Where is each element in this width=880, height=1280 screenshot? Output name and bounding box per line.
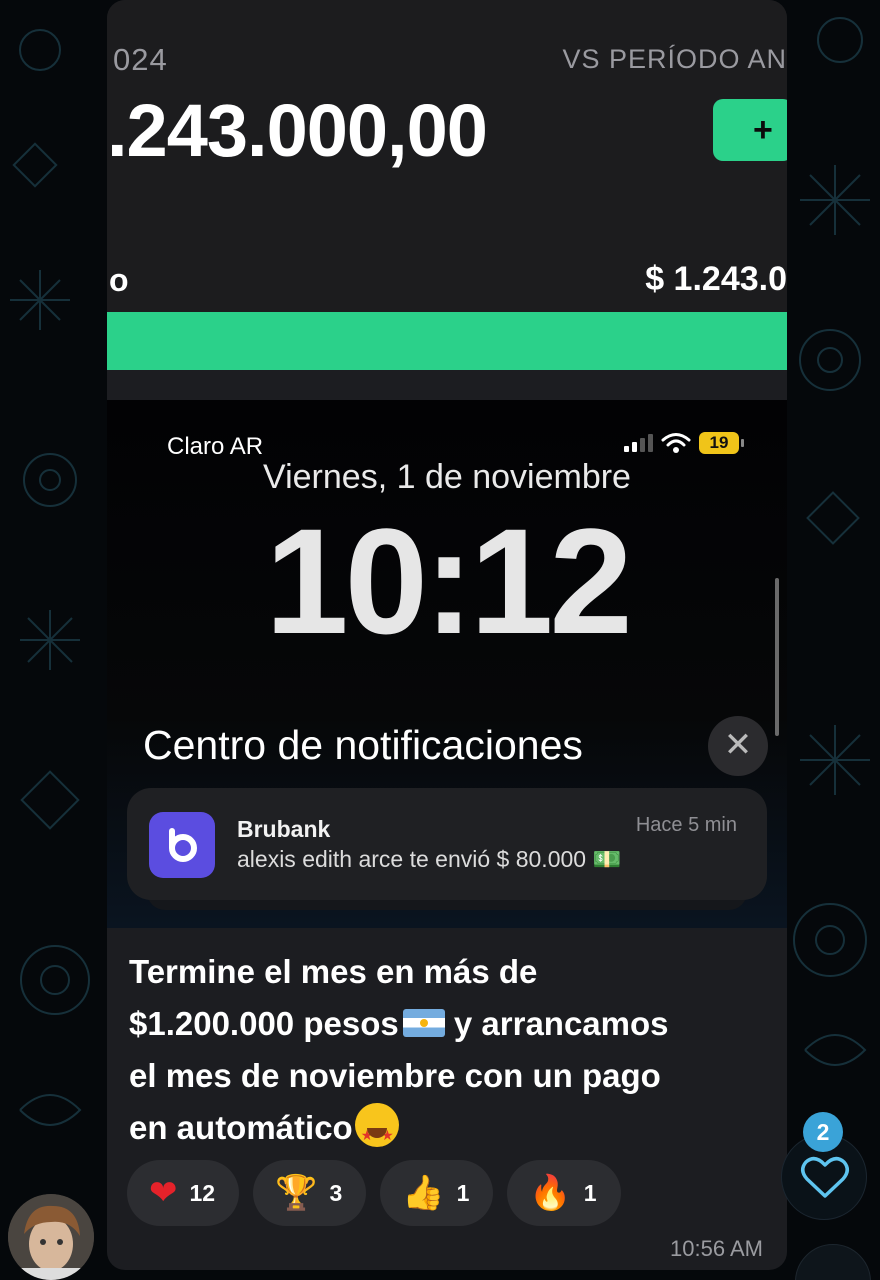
row-label-fragment: o: [109, 262, 129, 298]
reaction-trophy[interactable]: 🏆 3: [253, 1160, 367, 1226]
notification-card[interactable]: Brubank Hace 5 min alexis edith arce te …: [127, 788, 767, 900]
finance-screenshot[interactable]: 024 VS PERÍODO AN .243.000,00 + o $ 1.24…: [107, 0, 787, 398]
money-icon: 💵: [592, 846, 622, 872]
notification-app-name: Brubank: [237, 816, 331, 842]
battery-icon: 19: [699, 432, 744, 454]
notification-center-title: Centro de notificaciones: [143, 722, 583, 768]
reaction-heart[interactable]: ❤ 12: [127, 1160, 240, 1226]
reaction-fire[interactable]: 🔥 1: [507, 1160, 621, 1226]
notification-body: alexis edith arce te envió $ 80.000 💵: [237, 846, 622, 872]
comparison-label: VS PERÍODO AN: [562, 44, 787, 74]
fire-icon: 🔥: [529, 1174, 572, 1212]
message-text: Termine el mes en más de $1.200.000 peso…: [129, 946, 769, 1161]
close-icon[interactable]: ✕: [708, 716, 768, 776]
star-struck-icon: [354, 1103, 399, 1161]
reaction-thumbs-up[interactable]: 👍 1: [380, 1160, 494, 1226]
lockscreen-date: Viernes, 1 de noviembre: [263, 458, 631, 496]
trophy-icon: 🏆: [275, 1174, 318, 1212]
message-bubble[interactable]: 024 VS PERÍODO AN .243.000,00 + o $ 1.24…: [107, 0, 787, 1270]
scroll-indicator: [775, 578, 779, 736]
argentina-flag-icon: [402, 1009, 445, 1037]
status-icons: 19: [624, 432, 744, 454]
row-amount: $ 1.243.0: [645, 260, 787, 298]
carrier-name: Claro AR: [167, 433, 264, 460]
message-timestamp: 10:56 AM: [670, 1236, 763, 1261]
reactions-bar: ❤ 12 🏆 3 👍 1 🔥 1: [127, 1160, 621, 1226]
heart-icon: ❤: [149, 1174, 178, 1212]
plus-button: +: [713, 99, 787, 161]
thumbs-up-icon: 👍: [402, 1174, 445, 1212]
unread-badge: 2: [803, 1112, 843, 1152]
total-amount: .243.000,00: [107, 89, 488, 172]
progress-bar: [107, 312, 787, 370]
period-year: 024: [113, 42, 168, 77]
notification-time: Hace 5 min: [635, 814, 737, 836]
signal-icon: [624, 434, 653, 452]
lockscreen-screenshot[interactable]: Claro AR 19 Viernes, 1 de noviembre 10:1…: [107, 400, 787, 928]
lockscreen-time: 10:12: [265, 497, 633, 665]
wifi-icon: [661, 433, 691, 453]
brubank-app-icon: [149, 812, 215, 878]
avatar[interactable]: [8, 1194, 94, 1280]
